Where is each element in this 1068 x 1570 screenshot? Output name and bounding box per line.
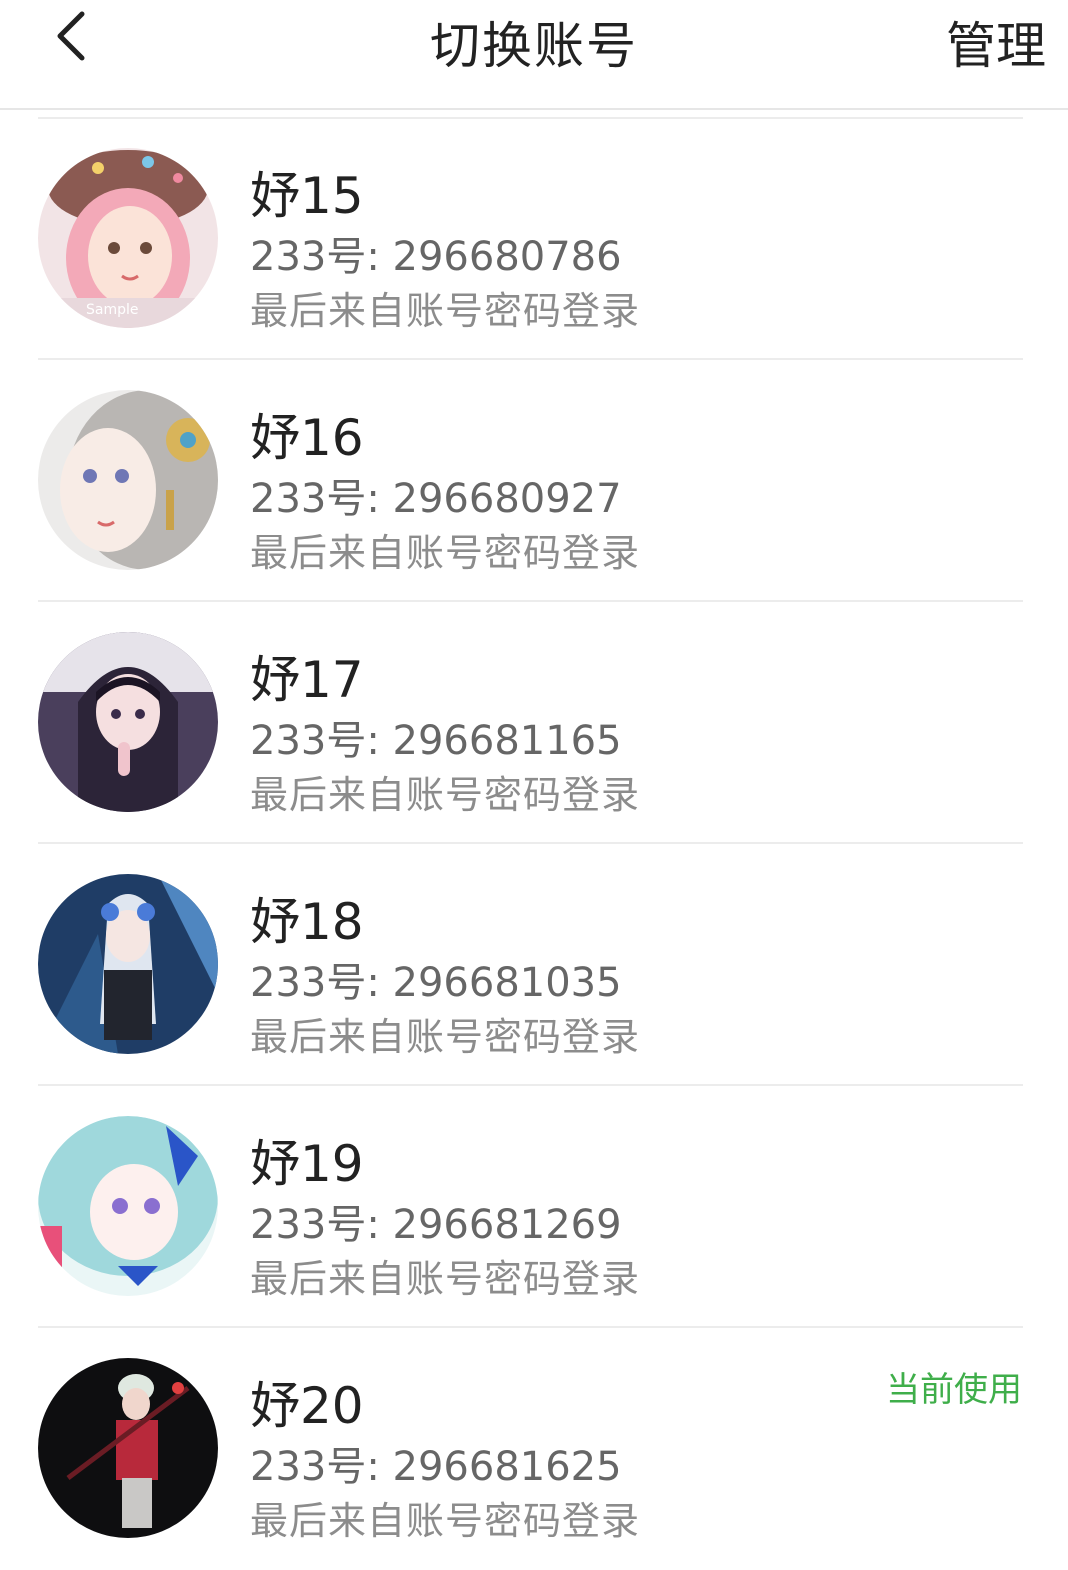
login-method: 最后来自账号密码登录	[250, 1499, 641, 1543]
svg-text:Sample: Sample	[86, 302, 139, 318]
login-method: 最后来自账号密码登录	[250, 1257, 641, 1301]
avatar	[38, 1116, 218, 1296]
account-row[interactable]: Sample 妤15 233号: 296680786 最后来自账号密码登录	[0, 118, 1068, 360]
account-row[interactable]: 妤19 233号: 296681269 最后来自账号密码登录	[0, 1086, 1068, 1328]
login-method: 最后来自账号密码登录	[250, 1015, 641, 1059]
account-name: 妤17	[250, 651, 364, 709]
account-name: 妤19	[250, 1135, 364, 1193]
account-row[interactable]: 妤20 233号: 296681625 最后来自账号密码登录 当前使用	[0, 1328, 1068, 1570]
account-name: 妤15	[250, 167, 364, 225]
top-bar: 切换账号 管理	[0, 0, 1068, 110]
account-row[interactable]: 妤16 233号: 296680927 最后来自账号密码登录	[0, 360, 1068, 602]
page-title: 切换账号	[430, 17, 638, 75]
account-name: 妤18	[250, 893, 364, 951]
account-name: 妤16	[250, 409, 364, 467]
avatar: Sample	[38, 148, 218, 328]
account-id: 233号: 296681035	[250, 960, 622, 1006]
account-id: 233号: 296681625	[250, 1444, 622, 1490]
login-method: 最后来自账号密码登录	[250, 773, 641, 817]
avatar	[38, 390, 218, 570]
account-row[interactable]: 妤17 233号: 296681165 最后来自账号密码登录	[0, 602, 1068, 844]
avatar	[38, 874, 218, 1054]
account-id: 233号: 296681165	[250, 718, 622, 764]
account-id: 233号: 296681269	[250, 1202, 622, 1248]
account-list: Sample 妤15 233号: 296680786 最后来自账号密码登录 妤1…	[0, 118, 1068, 1570]
account-row[interactable]: 妤18 233号: 296681035 最后来自账号密码登录	[0, 844, 1068, 1086]
account-id: 233号: 296680786	[250, 234, 622, 280]
current-account-badge: 当前使用	[886, 1370, 1022, 1410]
manage-button[interactable]: 管理	[946, 6, 1046, 78]
account-id: 233号: 296680927	[250, 476, 622, 522]
login-method: 最后来自账号密码登录	[250, 289, 641, 333]
avatar	[38, 632, 218, 812]
login-method: 最后来自账号密码登录	[250, 531, 641, 575]
avatar	[38, 1358, 218, 1538]
account-name: 妤20	[250, 1377, 364, 1435]
